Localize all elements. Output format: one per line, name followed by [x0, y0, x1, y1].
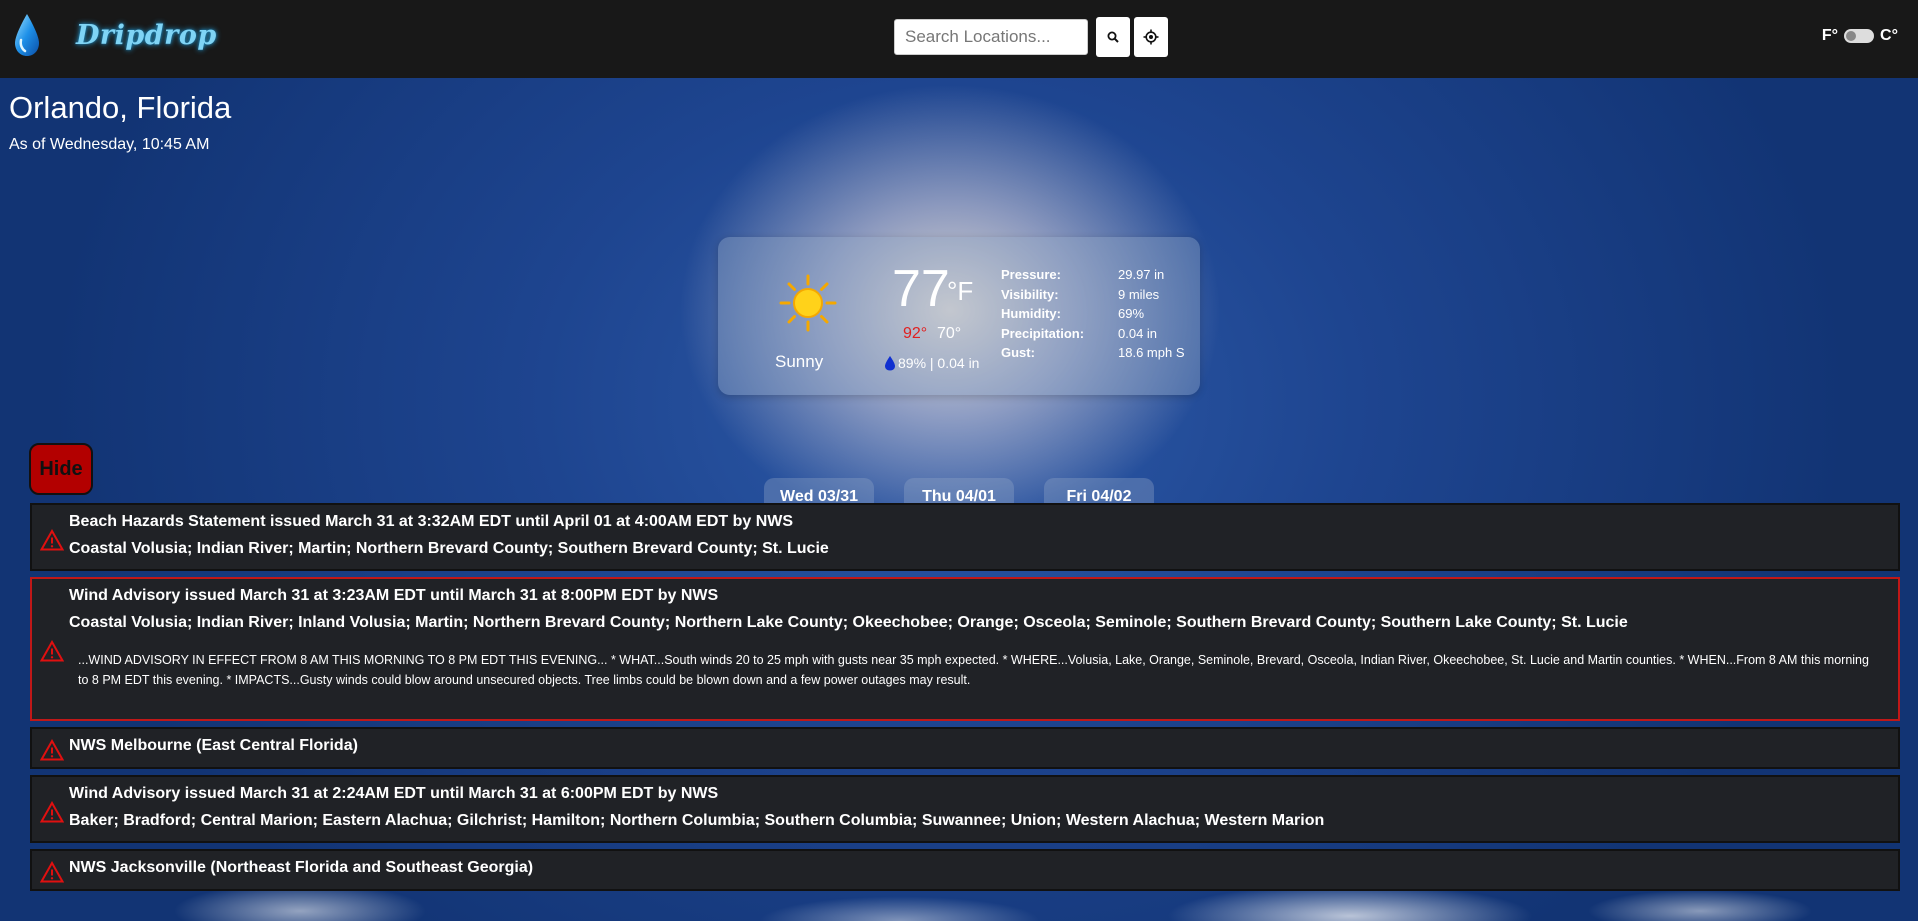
alert-item[interactable]: Wind Advisory issued March 31 at 2:24AM …: [30, 775, 1900, 843]
alert-item-expanded[interactable]: Wind Advisory issued March 31 at 3:23AM …: [30, 577, 1900, 721]
alert-description: ...WIND ADVISORY IN EFFECT FROM 8 AM THI…: [78, 653, 1869, 687]
alert-title: Wind Advisory issued March 31 at 3:23AM …: [69, 587, 719, 604]
temperature-unit: °F: [947, 276, 974, 306]
low-temperature: 70°: [937, 325, 962, 342]
stat-row-pressure: Pressure: 29.97 in: [1001, 267, 1191, 287]
unit-switch[interactable]: [1844, 29, 1875, 43]
weather-stats: Pressure: 29.97 in Visibility: 9 miles H…: [1001, 267, 1191, 365]
stat-label: Humidity:: [1001, 306, 1061, 321]
alert-item[interactable]: Beach Hazards Statement issued March 31 …: [30, 503, 1900, 571]
crosshair-icon: [1143, 29, 1159, 45]
precipitation-summary: 89% | 0.04 in: [884, 355, 979, 371]
stat-row-visibility: Visibility: 9 miles: [1001, 287, 1191, 307]
alert-title: Beach Hazards Statement issued March 31 …: [69, 513, 794, 530]
locate-me-button[interactable]: [1134, 17, 1168, 57]
alert-title: NWS Melbourne (East Central Florida): [69, 737, 358, 754]
hide-alerts-button[interactable]: Hide: [29, 443, 93, 495]
navbar: Dripdrop F° C°: [0, 0, 1918, 78]
search-button[interactable]: [1096, 17, 1130, 57]
location-title: Orlando, Florida: [9, 90, 232, 125]
stat-value: 0.04 in: [1118, 325, 1158, 341]
stat-label: Precipitation:: [1001, 325, 1085, 341]
alert-areas: Coastal Volusia; Indian River; Martin; N…: [69, 540, 829, 557]
alert-areas: Coastal Volusia; Indian River; Inland Vo…: [69, 614, 1628, 631]
warning-triangle-icon: [40, 801, 64, 823]
unit-toggle: F° C°: [1822, 27, 1898, 45]
stat-value: 9 miles: [1118, 286, 1160, 302]
fahrenheit-label: F°: [1821, 27, 1839, 44]
raindrop-icon: [885, 356, 895, 371]
high-temperature: 92°: [903, 325, 928, 342]
water-drop-logo-icon[interactable]: [12, 12, 42, 58]
stat-value: 29.97 in: [1118, 267, 1165, 282]
as-of-timestamp: As of Wednesday, 10:45 AM: [9, 136, 210, 153]
sun-icon: [779, 274, 837, 332]
stat-value: 69%: [1118, 306, 1145, 321]
precipitation-text: 89% | 0.04 in: [898, 355, 980, 371]
stat-label: Gust:: [1001, 345, 1035, 360]
alert-title: NWS Jacksonville (Northeast Florida and …: [69, 859, 534, 876]
stat-row-precipitation: Precipitation: 0.04 in: [1001, 326, 1191, 346]
current-temperature: 77: [892, 260, 950, 318]
warning-triangle-icon: [40, 739, 64, 761]
alert-item[interactable]: NWS Jacksonville (Northeast Florida and …: [30, 849, 1900, 891]
warning-triangle-icon: [40, 529, 64, 551]
stat-value: 18.6 mph S: [1118, 345, 1185, 360]
stat-row-gust: Gust: 18.6 mph S: [1001, 345, 1191, 365]
alert-areas: Baker; Bradford; Central Marion; Eastern…: [69, 812, 1325, 829]
stat-row-humidity: Humidity: 69%: [1001, 306, 1191, 326]
search-input[interactable]: [894, 19, 1088, 55]
condition-text: Sunny: [775, 352, 824, 371]
warning-triangle-icon: [40, 640, 64, 662]
stat-label: Pressure:: [1001, 267, 1061, 282]
brand-name[interactable]: Dripdrop: [76, 20, 217, 51]
warning-triangle-icon: [40, 861, 64, 883]
alert-item[interactable]: NWS Melbourne (East Central Florida): [30, 727, 1900, 769]
stat-label: Visibility:: [1001, 286, 1059, 302]
celsius-label: C°: [1880, 27, 1898, 44]
alert-title: Wind Advisory issued March 31 at 2:24AM …: [69, 785, 719, 802]
current-conditions-card: Sunny 77 °F 92° 70° 89% | 0.04 in Pressu…: [718, 237, 1200, 395]
search-icon: [1107, 31, 1119, 43]
